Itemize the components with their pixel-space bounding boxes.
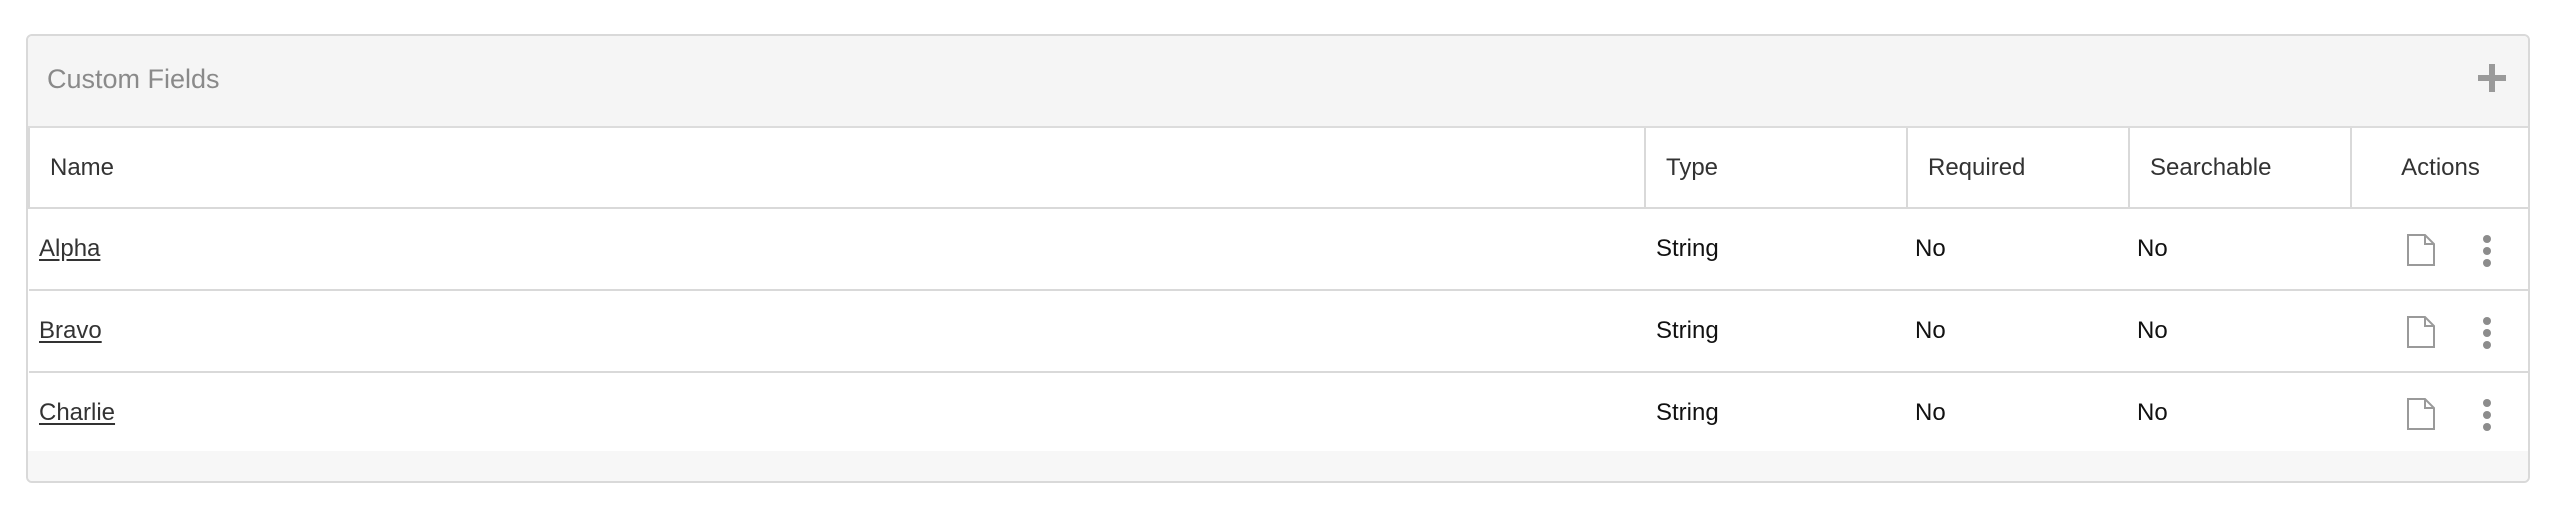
name-cell: Alpha [29, 208, 1645, 291]
document-icon[interactable] [2405, 233, 2437, 267]
plus-icon [2478, 64, 2506, 92]
column-header-required: Required [1907, 128, 2130, 209]
custom-fields-table: Name Type Required Searchable Actions Al… [28, 128, 2528, 455]
more-vertical-icon[interactable] [2481, 398, 2493, 432]
type-cell: String [1645, 372, 1907, 455]
actions-cell [2351, 372, 2528, 455]
field-name-link[interactable]: Charlie [39, 399, 115, 426]
add-field-button[interactable] [2472, 58, 2512, 98]
custom-fields-panel: Custom Fields Name Type Required Searcha… [26, 34, 2530, 483]
more-vertical-icon[interactable] [2481, 316, 2493, 350]
type-cell: String [1645, 208, 1907, 291]
required-cell: No [1907, 372, 2129, 455]
table-row: Alpha String No No [29, 208, 2528, 291]
searchable-cell: No [2129, 208, 2351, 291]
searchable-cell: No [2129, 290, 2351, 373]
panel-header: Custom Fields [28, 36, 2528, 128]
field-name-link[interactable]: Alpha [39, 235, 100, 262]
required-cell: No [1907, 208, 2129, 291]
table-header-row: Name Type Required Searchable Actions [28, 128, 2528, 209]
actions-cell [2351, 208, 2528, 291]
document-icon[interactable] [2405, 315, 2437, 349]
column-header-type: Type [1645, 128, 1908, 209]
panel-title: Custom Fields [47, 64, 220, 94]
name-cell: Bravo [29, 290, 1645, 373]
type-cell: String [1645, 290, 1907, 373]
name-cell: Charlie [29, 372, 1645, 455]
required-cell: No [1907, 290, 2129, 373]
actions-cell [2351, 290, 2528, 373]
column-header-actions: Actions [2351, 128, 2528, 209]
table-row: Bravo String No No [29, 290, 2528, 373]
searchable-cell: No [2129, 372, 2351, 455]
more-vertical-icon[interactable] [2481, 234, 2493, 268]
column-header-name: Name [28, 128, 1646, 209]
panel-footer [28, 451, 2528, 481]
document-icon[interactable] [2405, 397, 2437, 431]
column-header-searchable: Searchable [2129, 128, 2352, 209]
field-name-link[interactable]: Bravo [39, 317, 102, 344]
table-row: Charlie String No No [29, 372, 2528, 455]
